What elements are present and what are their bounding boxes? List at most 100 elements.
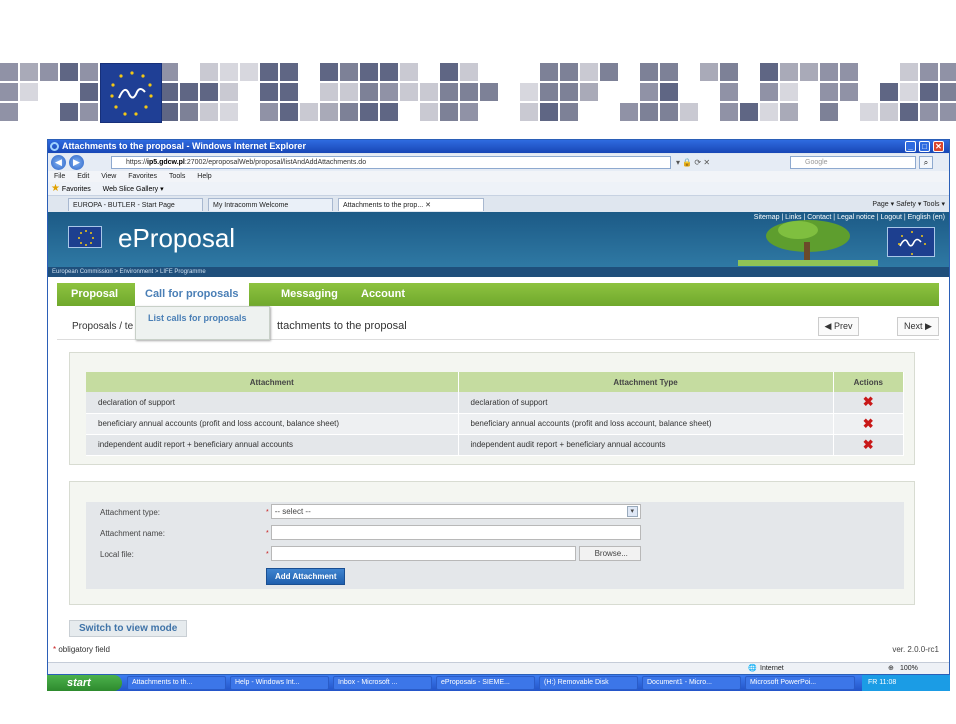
- mosaic-tile: [440, 83, 458, 101]
- mosaic-tile: [840, 83, 858, 101]
- web-slice-gallery[interactable]: Web Slice Gallery ▾: [103, 186, 164, 193]
- mosaic-tile: [620, 103, 638, 121]
- menu-favorites[interactable]: Favorites: [128, 173, 157, 180]
- mosaic-tile: [660, 83, 678, 101]
- mosaic-tile: [700, 63, 718, 81]
- column-attachment-type: Attachment Type: [458, 372, 834, 392]
- mosaic-tile: [420, 103, 438, 121]
- page-content: Sitemap | Links | Contact | Legal notice…: [48, 212, 949, 662]
- delete-icon[interactable]: ✖: [833, 434, 904, 456]
- form-row-submit: Add Attachment: [86, 565, 904, 589]
- switch-view-mode-button[interactable]: Switch to view mode: [69, 620, 188, 637]
- attachment-name-cell: independent audit report + beneficiary a…: [86, 434, 459, 456]
- search-icon[interactable]: ⌕: [919, 156, 933, 169]
- mosaic-tile: [260, 103, 278, 121]
- address-bar: ◀ ▶ https://ip5.gdcw.pl:27002/eproposalW…: [48, 154, 949, 171]
- minimize-button[interactable]: _: [905, 141, 916, 152]
- mosaic-tile: [460, 103, 478, 121]
- menu-edit[interactable]: Edit: [77, 173, 89, 180]
- mosaic-tile: [360, 83, 378, 101]
- taskbar-item[interactable]: Microsoft PowerPoi...: [745, 676, 855, 690]
- mosaic-tile: [220, 83, 238, 101]
- mosaic-tile: [80, 63, 98, 81]
- status-bar: 🌐 Internet ⊕ 100%: [48, 662, 949, 674]
- add-attachment-form: Attachment type: * -- select -- ▾ Attachme…: [86, 502, 904, 589]
- required-note: * obligatory field: [53, 645, 110, 654]
- menu-help[interactable]: Help: [197, 173, 211, 180]
- globe-icon: 🌐: [748, 665, 757, 672]
- taskbar-item[interactable]: Attachments to th...: [127, 676, 226, 690]
- mosaic-tile: [300, 103, 318, 121]
- taskbar-item[interactable]: Help - Windows Int...: [230, 676, 329, 690]
- url-field[interactable]: https://ip5.gdcw.pl:27002/eproposalWeb/p…: [111, 156, 671, 169]
- mosaic-tile: [640, 63, 658, 81]
- required-marker: *: [266, 508, 269, 516]
- prev-button[interactable]: ◀ Prev: [818, 317, 859, 336]
- menu-file[interactable]: File: [54, 173, 65, 180]
- mosaic-tile: [520, 103, 538, 121]
- tab-europa-butler[interactable]: EUROPA - BUTLER - Start Page: [68, 198, 203, 211]
- mosaic-tile: [660, 63, 678, 81]
- start-button[interactable]: start: [47, 675, 122, 691]
- mosaic-tile: [880, 103, 898, 121]
- attachment-name-cell: beneficiary annual accounts (profit and …: [86, 413, 459, 435]
- browse-button[interactable]: Browse...: [578, 546, 641, 561]
- nav-call-for-proposals[interactable]: Call for proposals: [135, 283, 249, 306]
- site-brand: eProposal: [118, 223, 236, 253]
- attachment-type-cell: independent audit report + beneficiary a…: [458, 434, 834, 456]
- local-file-field[interactable]: [270, 546, 576, 561]
- command-bar[interactable]: Page ▾ Safety ▾ Tools ▾: [872, 197, 945, 212]
- mosaic-tile: [940, 83, 956, 101]
- required-note-text: obligatory field: [58, 645, 110, 654]
- attachment-name-field[interactable]: [270, 525, 641, 540]
- delete-icon[interactable]: ✖: [833, 392, 904, 414]
- nav-account[interactable]: Account: [361, 283, 405, 306]
- address-actions[interactable]: ▾ 🔒 ⟳ ✕: [676, 156, 784, 169]
- mosaic-tile: [380, 103, 398, 121]
- nav-proposal[interactable]: Proposal: [71, 283, 118, 306]
- url-path: :27002/eproposalWeb/proposal/listAndAddA…: [184, 159, 367, 166]
- delete-icon[interactable]: ✖: [833, 413, 904, 435]
- mosaic-tile: [760, 83, 778, 101]
- maximize-button[interactable]: □: [919, 141, 930, 152]
- close-window-button[interactable]: ✕: [933, 141, 944, 152]
- mosaic-tile: [720, 63, 738, 81]
- back-icon[interactable]: ◀: [51, 155, 66, 170]
- browser-window: Attachments to the proposal - Windows In…: [47, 139, 950, 675]
- mosaic-tile: [220, 103, 238, 121]
- window-titlebar: Attachments to the proposal - Windows In…: [48, 140, 949, 153]
- dropdown-list-calls[interactable]: List calls for proposals: [135, 306, 270, 340]
- attachment-type-cell: beneficiary annual accounts (profit and …: [458, 413, 834, 435]
- menu-view[interactable]: View: [101, 173, 116, 180]
- local-file-label: Local file:: [100, 550, 134, 559]
- window-title: Attachments to the proposal - Windows In…: [62, 141, 306, 151]
- eu-flag-icon: [68, 226, 102, 248]
- add-attachment-button[interactable]: Add Attachment: [266, 568, 346, 585]
- nav-messaging[interactable]: Messaging: [281, 283, 338, 306]
- chevron-down-icon: ▾: [626, 506, 638, 517]
- taskbar-item[interactable]: (H:) Removable Disk: [539, 676, 638, 690]
- page-breadcrumb[interactable]: Proposals / te: [72, 321, 133, 332]
- tab-attachments[interactable]: Attachments to the prop... ✕: [338, 198, 484, 211]
- attachment-type-select[interactable]: -- select -- ▾: [270, 504, 641, 519]
- taskbar-item[interactable]: Inbox - Microsoft ...: [333, 676, 432, 690]
- taskbar-item[interactable]: Document1 - Micro...: [642, 676, 741, 690]
- mosaic-tile: [60, 103, 78, 121]
- mosaic-tile: [380, 83, 398, 101]
- mosaic-tile: [780, 63, 798, 81]
- zoom-level[interactable]: 100%: [900, 663, 918, 675]
- taskbar-item[interactable]: eProposals - SIEME...: [436, 676, 535, 690]
- mosaic-tile: [320, 83, 338, 101]
- forward-icon[interactable]: ▶: [69, 155, 84, 170]
- next-button[interactable]: Next ▶: [897, 317, 939, 336]
- attachment-name-cell: declaration of support: [86, 392, 459, 414]
- form-row-type: Attachment type: * -- select -- ▾: [86, 502, 904, 523]
- menu-tools[interactable]: Tools: [169, 173, 185, 180]
- mosaic-tile: [240, 63, 258, 81]
- mosaic-tile: [760, 63, 778, 81]
- tab-intracomm[interactable]: My Intracomm Welcome: [208, 198, 333, 211]
- mosaic-tile: [580, 83, 598, 101]
- mosaic-tile: [200, 103, 218, 121]
- search-input[interactable]: Google: [790, 156, 916, 169]
- favorites-button[interactable]: Favorites: [62, 186, 91, 193]
